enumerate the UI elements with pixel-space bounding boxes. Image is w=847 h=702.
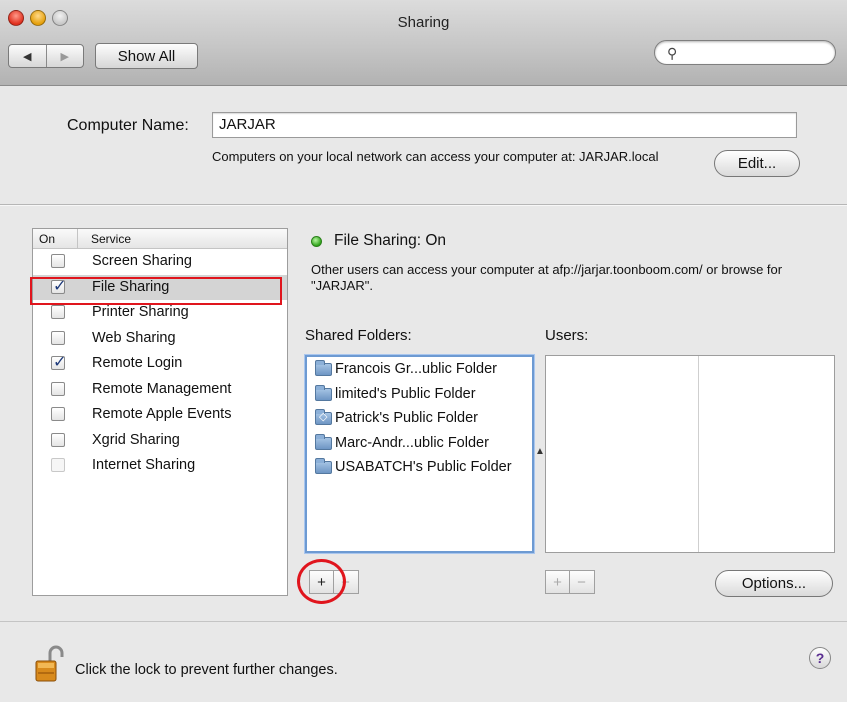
public-folder-icon [315,409,332,425]
service-row[interactable]: Xgrid Sharing [33,428,287,454]
service-name: Remote Apple Events [92,406,232,422]
service-row[interactable]: Web Sharing [33,326,287,352]
users-label: Users: [545,327,589,344]
forward-arrow-icon[interactable]: ▶ [45,45,84,67]
service-name: Screen Sharing [92,253,192,269]
back-forward-group: ◀ ▶ [8,44,84,68]
folder-icon [315,384,332,401]
folder-icon [315,433,332,450]
add-user-button[interactable]: + [546,571,569,593]
service-name: Internet Sharing [92,457,196,473]
service-row[interactable]: Internet Sharing [33,453,287,479]
computer-name-label: Computer Name: [67,117,189,134]
service-row[interactable]: Screen Sharing [33,249,287,275]
lock-message: Click the lock to prevent further change… [75,662,338,678]
folder-icon [315,458,332,474]
column-header-on[interactable]: On [39,232,55,246]
section-divider [0,204,847,206]
column-header-service[interactable]: Service [91,232,131,246]
shared-folder-item[interactable]: Francois Gr...ublic Folder [307,357,532,382]
shared-folder-name: USABATCH's Public Folder [335,459,512,475]
back-arrow-icon[interactable]: ◀ [9,45,46,67]
service-row[interactable]: Remote Management [33,377,287,403]
help-button[interactable]: ? [809,647,831,669]
service-name: Printer Sharing [92,304,189,320]
service-list-header: On Service [33,229,287,249]
service-name: Web Sharing [92,329,176,346]
status-indicator-icon [311,236,322,247]
unlocked-lock-icon[interactable] [34,645,64,683]
shared-folders-label: Shared Folders: [305,327,412,344]
computer-name-note: Computers on your local network can acce… [212,149,659,164]
service-checkbox[interactable] [51,432,65,447]
service-checkbox[interactable] [51,458,65,472]
service-row[interactable]: Remote Apple Events [33,402,287,428]
options-button[interactable]: Options... [715,570,833,597]
service-checkbox[interactable] [51,305,65,319]
service-name: Remote Management [92,380,232,397]
users-add-remove: + − [545,570,595,594]
service-name: Remote Login [92,355,183,371]
shared-folder-name: Marc-Andr...ublic Folder [335,434,489,451]
service-checkbox[interactable]: ✓ [51,354,66,371]
service-checkbox[interactable] [51,407,65,421]
checkmark-icon: ✓ [53,354,67,371]
annotation-circle [297,559,346,604]
shared-folder-item[interactable]: Marc-Andr...ublic Folder [307,431,532,456]
shared-folder-name: Patrick's Public Folder [335,410,478,426]
search-icon: ⚲ [667,45,678,61]
search-field[interactable]: ⚲ [654,40,836,65]
title-bar: Sharing ◀ ▶ Show All ⚲ [0,0,847,86]
sharing-window: Sharing ◀ ▶ Show All ⚲ Computer Name: JA… [0,0,847,702]
service-checkbox[interactable] [51,254,65,268]
window-title: Sharing [397,14,450,31]
shared-folder-name: limited's Public Folder [335,385,476,402]
edit-button[interactable]: Edit... [714,150,800,177]
show-all-button[interactable]: Show All [95,43,198,69]
computer-name-input[interactable]: JARJAR [212,112,797,138]
sharing-description: Other users can access your computer at … [311,262,783,293]
shared-folder-name: Francois Gr...ublic Folder [335,361,497,377]
folder-icon [315,360,332,376]
shared-folders-list[interactable]: Francois Gr...ublic Folder limited's Publ… [305,355,534,553]
users-column-divider [698,356,699,552]
shared-folder-item[interactable]: Patrick's Public Folder [307,406,532,431]
annotation-highlight-box [30,277,282,305]
resize-handle-icon[interactable]: ▲ [535,446,545,457]
service-name: Xgrid Sharing [92,431,180,448]
service-checkbox[interactable] [51,330,65,345]
service-checkbox[interactable] [51,381,65,396]
column-divider [77,229,78,248]
service-row[interactable]: ✓ Remote Login [33,351,287,377]
users-list[interactable] [545,355,835,553]
remove-user-button[interactable]: − [569,571,593,593]
shared-folder-item[interactable]: limited's Public Folder [307,382,532,407]
footer-divider [0,621,847,622]
sharing-status: File Sharing: On [334,232,446,249]
shared-folder-item[interactable]: USABATCH's Public Folder [307,455,532,480]
